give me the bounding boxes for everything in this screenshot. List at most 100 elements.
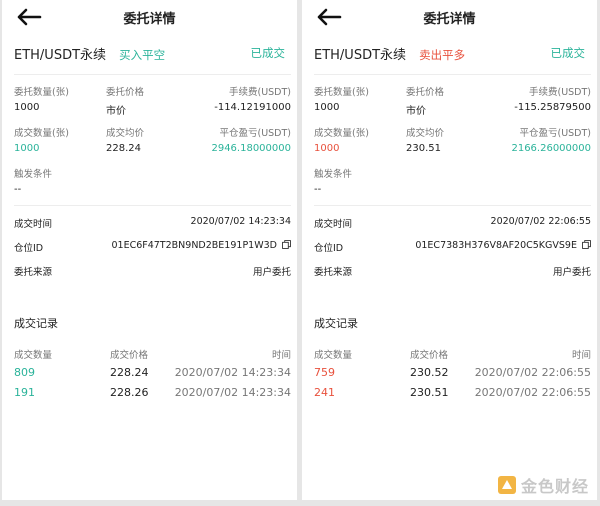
fill-time-row: 成交时间 2020/07/02 14:23:34 [14,216,291,232]
fee-value: -115.25879500 [514,102,591,113]
order-qty-value: 1000 [14,102,40,113]
record-time: 2020/07/02 14:23:34 [174,366,291,379]
fill-time-row: 成交时间 2020/07/02 22:06:55 [314,216,591,232]
fee-label: 手续费(USDT) [528,87,591,98]
divider [14,205,291,206]
records-price-header: 成交价格 [410,350,449,361]
record-qty: 809 [14,366,35,379]
order-price-label: 委托价格 [106,87,145,98]
pair-row: ETH/USDT永续 买入平空 已成交 [14,44,285,64]
order-detail-panel-right: 委托详情 ETH/USDT永续 卖出平多 已成交 委托数量(张) 1000 委托… [302,0,597,500]
watermark-text: 金色财经 [520,477,589,496]
trigger-value: -- [314,184,322,195]
order-qty-label: 委托数量(张) [14,87,69,98]
trade-record-row: 809 228.24 2020/07/02 14:23:34 [14,366,291,382]
order-side: 买入平空 [119,48,166,62]
filled-qty-label: 成交数量(张) [14,128,69,139]
record-time: 2020/07/02 22:06:55 [474,386,591,399]
pnl-label: 平仓盈亏(USDT) [219,128,291,139]
trade-records-title: 成交记录 [314,317,358,330]
fill-time-label: 成交时间 [14,219,53,230]
divider [314,74,591,75]
position-id-label: 仓位ID [14,243,44,254]
records-qty-header: 成交数量 [314,350,353,361]
trade-record-row: 759 230.52 2020/07/02 22:06:55 [314,366,591,382]
order-source-row: 委托来源 用户委托 [314,264,591,280]
filled-qty-value: 1000 [314,143,340,154]
order-qty-label: 委托数量(张) [314,87,369,98]
order-status: 已成交 [550,46,586,60]
fee-cell: 手续费(USDT) -114.12191000 [214,84,291,113]
header: 委托详情 [302,0,597,34]
fee-cell: 手续费(USDT) -115.25879500 [514,84,591,113]
jinse-logo-icon [497,476,516,494]
record-price: 228.24 [110,366,149,379]
divider [14,74,291,75]
contract-pair: ETH/USDT永续 [14,48,107,63]
order-status: 已成交 [250,46,286,60]
record-price: 230.52 [410,366,449,379]
trigger-label: 触发条件 [14,169,53,180]
record-time: 2020/07/02 14:23:34 [174,386,291,399]
trigger-cell: 触发条件 -- [14,166,52,195]
filled-qty-label: 成交数量(张) [314,128,369,139]
page-title: 委托详情 [123,12,176,27]
fill-info-row: 成交数量(张) 1000 成交均价 230.51 平仓盈亏(USDT) 2166… [314,125,591,159]
records-time-header: 时间 [271,350,291,361]
avg-price-label: 成交均价 [406,128,445,139]
order-source-value: 用户委托 [552,267,591,278]
record-qty: 191 [14,386,35,399]
fee-value: -114.12191000 [214,102,291,113]
pnl-cell: 平仓盈亏(USDT) 2946.18000000 [211,125,291,154]
order-qty-cell: 委托数量(张) 1000 [14,84,69,113]
position-id-label: 仓位ID [314,243,344,254]
pnl-cell: 平仓盈亏(USDT) 2166.26000000 [511,125,591,154]
avg-price-value: 230.51 [406,143,441,154]
record-price: 230.51 [410,386,449,399]
filled-qty-cell: 成交数量(张) 1000 [14,125,69,154]
trigger-row: 触发条件 -- [14,166,291,200]
order-price-value: 市价 [406,106,426,117]
order-qty-cell: 委托数量(张) 1000 [314,84,369,113]
watermark: 金色财经 [497,474,589,496]
contract-pair: ETH/USDT永续 [314,48,407,63]
fill-info-row: 成交数量(张) 1000 成交均价 228.24 平仓盈亏(USDT) 2946… [14,125,291,159]
fee-label: 手续费(USDT) [228,87,291,98]
trade-records-title: 成交记录 [14,317,58,330]
order-info-row: 委托数量(张) 1000 委托价格 市价 手续费(USDT) -115.2587… [314,84,591,118]
trigger-cell: 触发条件 -- [314,166,352,195]
record-qty: 241 [314,386,335,399]
page-title: 委托详情 [423,12,476,27]
pnl-value: 2166.26000000 [511,143,591,154]
order-detail-panel-left: 委托详情 ETH/USDT永续 买入平空 已成交 委托数量(张) 1000 委托… [2,0,297,500]
order-qty-value: 1000 [314,102,340,113]
trigger-value: -- [14,184,22,195]
filled-qty-value: 1000 [14,143,40,154]
order-info-row: 委托数量(张) 1000 委托价格 市价 手续费(USDT) -114.1219… [14,84,291,118]
copy-icon[interactable] [582,240,591,249]
header: 委托详情 [2,0,297,34]
order-price-value: 市价 [106,106,126,117]
avg-price-label: 成交均价 [106,128,145,139]
trigger-label: 触发条件 [314,169,353,180]
pair-row: ETH/USDT永续 卖出平多 已成交 [314,44,585,64]
fill-time-value: 2020/07/02 14:23:34 [190,216,291,227]
order-side: 卖出平多 [419,48,466,62]
position-id-row: 仓位ID 01EC6F47T2BN9ND2BE191P1W3D [14,240,291,256]
position-id-row: 仓位ID 01EC7383H376V8AF20C5KGVS9E [314,240,591,256]
position-id-value-wrap: 01EC7383H376V8AF20C5KGVS9E [415,240,591,251]
trigger-row: 触发条件 -- [314,166,591,200]
trade-records-header: 成交数量 成交价格 时间 [14,347,291,361]
copy-icon[interactable] [282,240,291,249]
filled-qty-cell: 成交数量(张) 1000 [314,125,369,154]
position-id-value-wrap: 01EC6F47T2BN9ND2BE191P1W3D [111,240,291,251]
trade-record-row: 241 230.51 2020/07/02 22:06:55 [314,386,591,402]
order-source-label: 委托来源 [14,267,53,278]
order-price-cell: 委托价格 市价 [106,84,144,117]
record-qty: 759 [314,366,335,379]
order-source-label: 委托来源 [314,267,353,278]
order-source-row: 委托来源 用户委托 [14,264,291,280]
order-price-label: 委托价格 [406,87,445,98]
records-time-header: 时间 [571,350,591,361]
position-id-value: 01EC7383H376V8AF20C5KGVS9E [415,240,577,251]
